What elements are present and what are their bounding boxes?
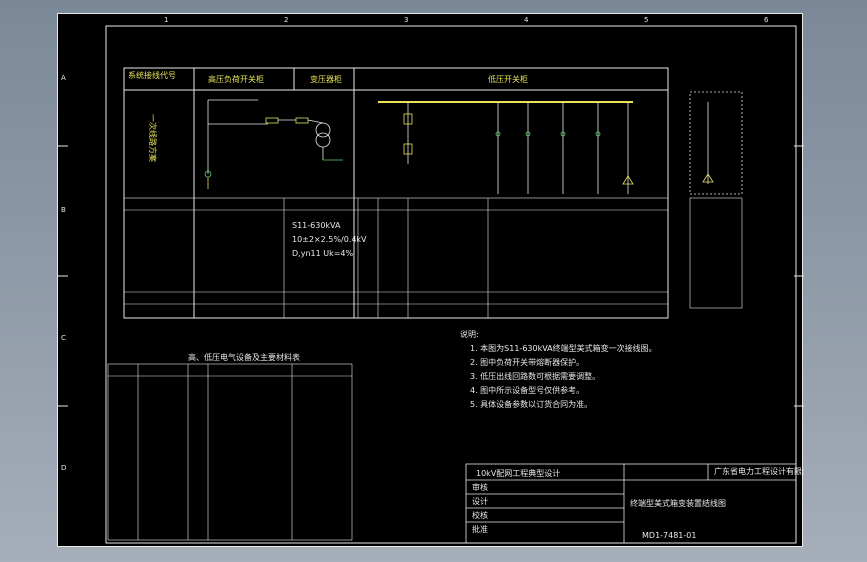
transformer-spec-3: D,yn11 Uk=4% xyxy=(292,249,354,258)
cad-viewport: 1 2 3 4 5 6 A B C D 系统接线代号 高压负荷开关柜 变压器柜 … xyxy=(0,0,867,562)
zone-top-2: 2 xyxy=(284,16,288,24)
notes-title: 说明: xyxy=(460,329,479,339)
equipment-table xyxy=(123,197,743,319)
materials-table xyxy=(107,363,353,541)
diagram-svg: 1 2 3 4 5 6 A B C D 系统接线代号 高压负荷开关柜 变压器柜 … xyxy=(58,16,818,544)
materials-title: 高、低压电气设备及主要材料表 xyxy=(188,352,300,362)
zone-markers: 1 2 3 4 5 6 A B C D xyxy=(61,16,769,472)
zone-side-c: C xyxy=(61,334,66,342)
title-row-3: 校核 xyxy=(472,510,488,520)
title-number: MD1-7481-01 xyxy=(642,531,696,540)
header-col3: 变压器柜 xyxy=(310,74,342,84)
note-line-3: 3. 低压出线回路数可根据需要调整。 xyxy=(470,371,600,381)
transformer-spec-2: 10±2×2.5%/0.4kV xyxy=(292,235,367,244)
hv-schematic xyxy=(204,99,343,189)
note-line-5: 5. 具体设备参数以订货合同为准。 xyxy=(470,399,592,409)
notes-block: 说明: 1. 本图为S11-630kVA终端型美式箱变一次接线图。 2. 图中负… xyxy=(460,329,657,409)
schematic-header: 系统接线代号 高压负荷开关柜 变压器柜 低压开关柜 一次线路方案 xyxy=(123,67,669,319)
zone-side-a: A xyxy=(61,74,66,82)
drawing-sheet: 1 2 3 4 5 6 A B C D 系统接线代号 高压负荷开关柜 变压器柜 … xyxy=(57,13,818,547)
title-row-1: 审核 xyxy=(472,482,488,492)
title-row-4: 批准 xyxy=(472,524,488,534)
left-vertical-label: 一次线路方案 xyxy=(148,114,158,162)
fuse-icon xyxy=(295,117,309,124)
header-col4: 低压开关柜 xyxy=(488,74,528,84)
zone-side-b: B xyxy=(61,206,66,214)
header-col1: 系统接线代号 xyxy=(128,70,176,80)
note-line-4: 4. 图中所示设备型号仅供参考。 xyxy=(470,385,584,395)
zone-side-d: D xyxy=(61,464,66,472)
zone-top-1: 1 xyxy=(164,16,168,24)
note-line-2: 2. 图中负荷开关带熔断器保护。 xyxy=(470,357,584,367)
fuse-icon xyxy=(265,117,279,124)
side-schematic xyxy=(689,91,743,195)
zone-top-6: 6 xyxy=(764,16,769,24)
zone-top-5: 5 xyxy=(644,16,648,24)
lv-schematic xyxy=(378,101,634,194)
title-row-2: 设计 xyxy=(472,496,488,506)
title-company: 广东省电力工程设计有限公司 xyxy=(714,466,804,476)
title-drawing: 终端型美式箱变装置结线图 xyxy=(630,498,726,508)
note-line-1: 1. 本图为S11-630kVA终端型美式箱变一次接线图。 xyxy=(470,343,657,353)
transformer-spec-1: S11-630kVA xyxy=(292,221,341,230)
header-col2: 高压负荷开关柜 xyxy=(208,74,264,84)
zone-top-3: 3 xyxy=(404,16,408,24)
inner-frame xyxy=(105,25,797,544)
zone-top-4: 4 xyxy=(524,16,529,24)
title-project: 10kV配网工程典型设计 xyxy=(476,468,560,478)
